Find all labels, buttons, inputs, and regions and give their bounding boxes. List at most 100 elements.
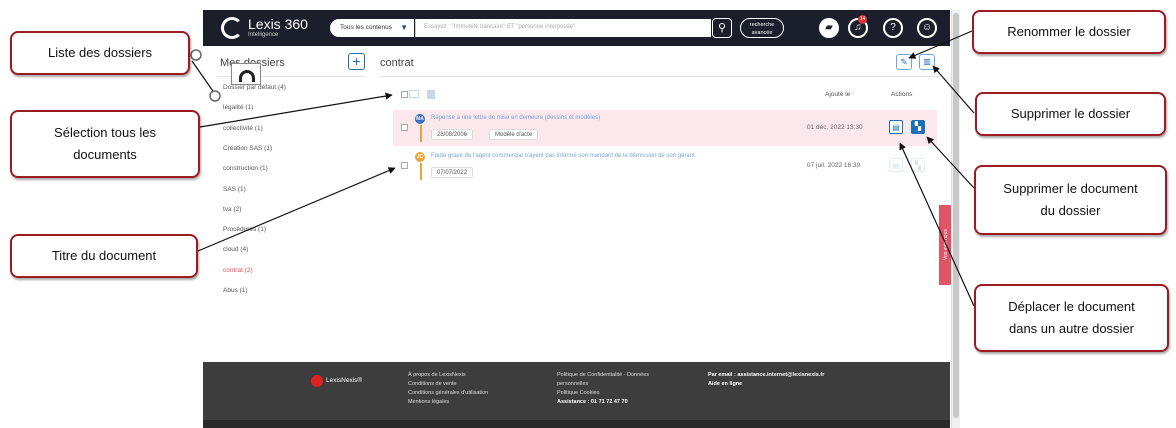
documents-table-header: Ajouté le Actions	[393, 89, 933, 103]
scope-label: Tous les contenus	[340, 24, 393, 31]
folders-icon[interactable]: ▰	[819, 18, 839, 38]
folder-title: contrat	[380, 57, 414, 69]
rename-folder-button[interactable]: ✎	[896, 54, 912, 70]
top-header: Lexis 360 Intelligence Tous les contenus…	[203, 10, 950, 46]
callout-delete-document: Supprimer le document du dossier	[974, 165, 1167, 235]
sidebar-folder-item[interactable]: collectivité (1)	[223, 125, 263, 132]
sidebar-folder-item[interactable]: légalité (1)	[223, 104, 253, 111]
delete-document-button[interactable]: ▚	[911, 158, 925, 172]
sidebar-folder-item[interactable]: cloud (4)	[223, 246, 248, 253]
document-marker	[420, 125, 422, 142]
search-icon: ⚲	[717, 22, 727, 34]
sidebar-folder-item[interactable]: Création SAS (1)	[223, 145, 272, 152]
footer-link[interactable]: Politique Cookies	[557, 389, 649, 398]
footer-link[interactable]: Politique de Confidentialité - Données	[557, 371, 649, 380]
document-row[interactable]: MA Réponse à une lettre de mise en demeur…	[393, 110, 937, 146]
delete-folder-button[interactable]: ▥	[919, 54, 935, 70]
footer-logo[interactable]: LexisNexis®	[311, 375, 391, 389]
logo-subtitle: Intelligence	[248, 32, 279, 38]
logo-ring-icon	[221, 17, 243, 39]
move-document-button[interactable]: ▤	[889, 158, 903, 172]
footer-link[interactable]: Conditions générales d'utilisation	[408, 389, 488, 398]
document-checkbox[interactable]	[401, 162, 408, 169]
footer-bottom-bar	[203, 420, 950, 428]
footer-phone: Assistance : 01 71 72 47 70	[557, 399, 628, 405]
footer-link[interactable]: personnelles	[557, 380, 649, 389]
document-type-badge: MA	[415, 114, 425, 124]
document-tag: 28/08/2006	[431, 129, 474, 140]
footer-column-1: À propos de LexisNexis Conditions de ven…	[408, 371, 488, 407]
document-row[interactable]: JC Faute grave de l'agent commercial n'ay…	[393, 148, 937, 184]
move-document-button[interactable]: ▤	[889, 120, 903, 134]
add-folder-button[interactable]: +	[348, 53, 365, 70]
delete-document-button[interactable]: ▚	[911, 120, 925, 134]
select-all-checkbox[interactable]	[401, 91, 408, 98]
notification-badge: 14	[858, 15, 867, 24]
pencil-icon: ✎	[900, 57, 908, 67]
scrollbar-thumb[interactable]	[953, 13, 959, 418]
footer-column-2: Politique de Confidentialité - Données p…	[557, 371, 649, 407]
sidebar-folder-item[interactable]: construction (1)	[223, 165, 268, 172]
logo-name: Lexis 360	[248, 16, 308, 32]
callout-move-document: Déplacer le document dans un autre dossi…	[974, 284, 1169, 352]
remove-icon: ▚	[914, 122, 922, 131]
sidebar-folder-item[interactable]: Abus (1)	[223, 287, 248, 294]
column-added-date: Ajouté le	[825, 91, 851, 98]
footer-link[interactable]: Conditions de vente	[408, 380, 488, 389]
overlay-cursor-box	[231, 63, 261, 85]
remove-icon: ▚	[914, 161, 922, 170]
sidebar-folder-item[interactable]: Procédures (1)	[223, 226, 266, 233]
callout-text: Supprimer le document	[1003, 181, 1138, 196]
trash-icon: ▥	[923, 57, 931, 66]
delete-selection-icon[interactable]	[427, 90, 435, 99]
document-type-badge: JC	[415, 152, 425, 162]
chevron-down-icon: ▼	[400, 23, 408, 32]
lexis360-app: Lexis 360 Intelligence Tous les contenus…	[203, 10, 953, 428]
callout-rename-folder: Renommer le dossier	[972, 10, 1166, 54]
footer-help-link[interactable]: Aide en ligne	[708, 380, 824, 389]
document-marker	[420, 163, 422, 180]
callout-text: documents	[73, 147, 137, 162]
annotated-screenshot: Lexis 360 Intelligence Tous les contenus…	[0, 0, 1176, 428]
page-scrollbar[interactable]	[951, 10, 960, 428]
document-added-date: 07 juil. 2022 16:39	[807, 162, 861, 169]
footer-column-3: Par email : assistance.internet@lexisnex…	[708, 371, 824, 389]
search-button[interactable]: ⚲	[712, 18, 732, 38]
sidebar-folder-item[interactable]: tva (2)	[223, 206, 241, 213]
search-input[interactable]: Essayez : "Immunité bancaire" ET "person…	[415, 19, 711, 37]
document-checkbox[interactable]	[401, 124, 408, 131]
callout-text: du dossier	[1040, 203, 1101, 218]
document-title-link[interactable]: Réponse à une lettre de mise en demeure …	[431, 115, 600, 121]
site-footer: LexisNexis® À propos de LexisNexis Condi…	[203, 362, 950, 428]
document-tag: 07/07/2022	[431, 167, 474, 178]
main-divider	[380, 76, 940, 77]
arc-icon	[239, 70, 255, 82]
move-icon: ▤	[892, 123, 900, 132]
lexisnexis-logo-icon	[311, 375, 323, 387]
document-added-date: 01 déc. 2022 13:30	[807, 124, 863, 131]
sidebar-folder-item[interactable]: Dossier par défaut (4)	[223, 84, 286, 91]
callout-document-title: Titre du document	[10, 234, 198, 278]
move-icon: ▤	[892, 161, 900, 170]
callout-text: Déplacer le document	[1008, 299, 1135, 314]
callout-select-all: Sélection tous les documents	[10, 110, 200, 178]
help-icon[interactable]: ?	[883, 18, 903, 38]
document-title-link[interactable]: Faute grave de l'agent commercial n'ayan…	[431, 153, 695, 159]
move-selection-icon[interactable]	[409, 90, 419, 98]
footer-link[interactable]: Mentions légales	[408, 398, 488, 407]
advanced-search-button[interactable]: recherche avancée	[740, 18, 784, 38]
callout-text: dans un autre dossier	[1008, 321, 1135, 336]
callout-folder-list: Liste des dossiers	[10, 31, 190, 75]
callout-text: Sélection tous les	[54, 125, 156, 140]
column-actions: Actions	[891, 91, 913, 98]
arrow-liste-start	[190, 49, 202, 61]
scope-select[interactable]: Tous les contenus ▼	[330, 19, 414, 37]
document-tag: Modèle d'acte	[489, 129, 539, 140]
sidebar-folder-item[interactable]: SAS (1)	[223, 186, 246, 193]
footer-email[interactable]: Par email : assistance.internet@lexisnex…	[708, 371, 824, 380]
lexis360-logo[interactable]: Lexis 360 Intelligence	[221, 16, 311, 40]
footer-link[interactable]: À propos de LexisNexis	[408, 371, 488, 380]
user-account-icon[interactable]: ☺	[917, 18, 937, 38]
sidebar-folder-item[interactable]: contrat (2)	[223, 267, 253, 274]
callout-delete-folder: Supprimer le dossier	[975, 92, 1166, 136]
